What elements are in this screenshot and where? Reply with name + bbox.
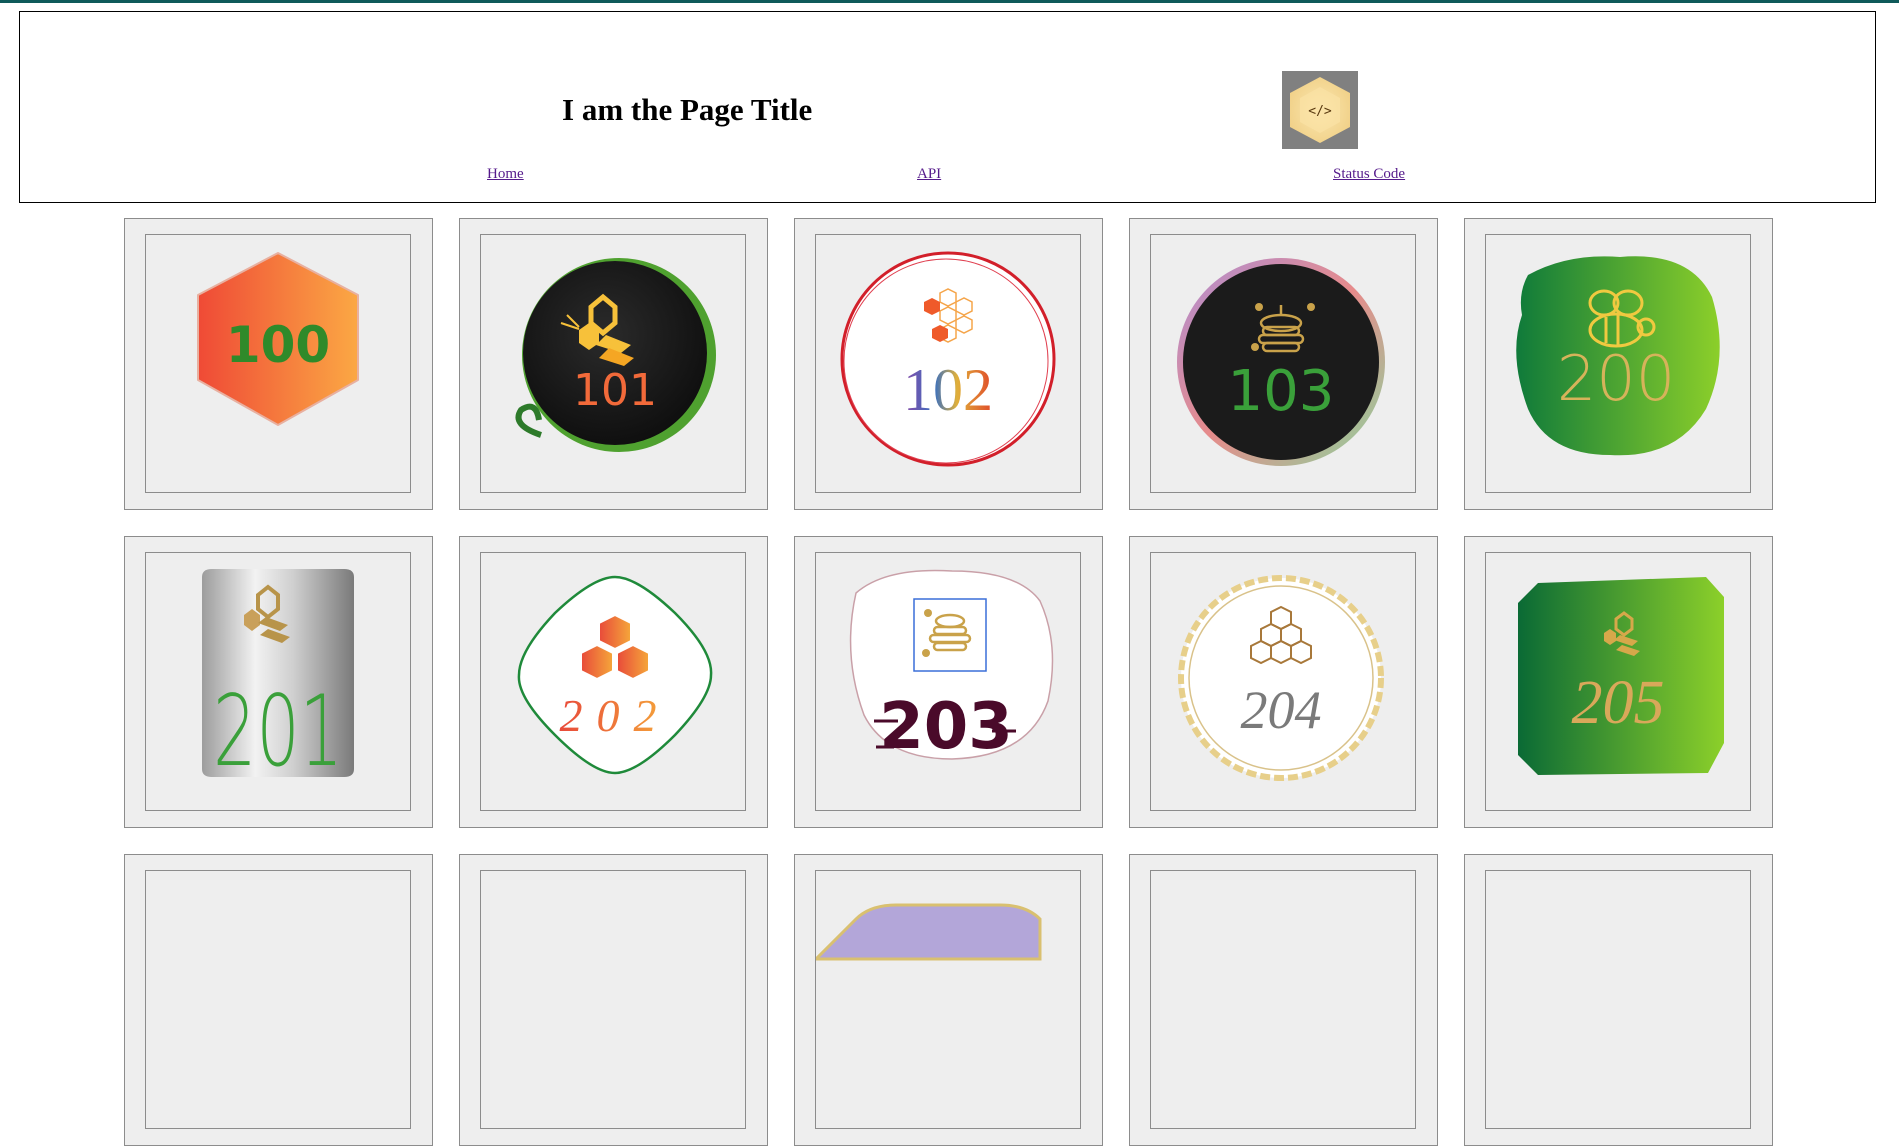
- honeycomb-scalloped-badge-icon: 204: [1178, 575, 1384, 781]
- purple-badge-icon: [816, 903, 1042, 961]
- status-card[interactable]: [794, 854, 1103, 1146]
- status-card[interactable]: 101: [459, 218, 768, 510]
- status-code-label: 102: [903, 357, 993, 423]
- status-card[interactable]: [459, 854, 768, 1146]
- status-card-frame: 202: [480, 552, 746, 811]
- bee-green-blob-badge-icon: 200: [1516, 256, 1720, 456]
- status-card-frame: 102: [815, 234, 1081, 493]
- status-code-label: 202: [560, 690, 671, 741]
- nav-home-link[interactable]: Home: [487, 166, 524, 183]
- status-code-label: 201: [213, 675, 343, 789]
- beehive-dark-badge-icon: 103: [1177, 258, 1385, 466]
- status-card[interactable]: 103: [1129, 218, 1438, 510]
- status-code-label: 101: [573, 365, 657, 416]
- status-card-frame: [145, 870, 411, 1129]
- nav-api-link[interactable]: API: [917, 166, 941, 183]
- status-card-frame: 200: [1485, 234, 1751, 493]
- status-card-frame: [815, 870, 1081, 1129]
- nav-status-code-link[interactable]: Status Code: [1333, 166, 1405, 183]
- silver-can-badge-icon: 201: [202, 569, 354, 789]
- status-card-frame: 103: [1150, 234, 1416, 493]
- status-card[interactable]: 205: [1464, 536, 1773, 828]
- status-card[interactable]: 203: [794, 536, 1103, 828]
- beehive-glitch-badge-icon: 203: [849, 569, 1054, 764]
- logo-glyph: </>: [1308, 104, 1332, 119]
- status-code-label: 100: [226, 316, 330, 374]
- status-card-frame: 204: [1150, 552, 1416, 811]
- bee-green-octagon-badge-icon: 205: [1518, 577, 1724, 775]
- status-card[interactable]: [1464, 854, 1773, 1146]
- status-card[interactable]: 200: [1464, 218, 1773, 510]
- top-accent-bar: [0, 0, 1899, 3]
- status-card-frame: [480, 870, 746, 1129]
- status-card[interactable]: 201: [124, 536, 433, 828]
- status-card[interactable]: [124, 854, 433, 1146]
- honey-cells-rounded-badge-icon: 202: [517, 575, 713, 775]
- status-code-label: 103: [1228, 359, 1335, 424]
- status-card[interactable]: [1129, 854, 1438, 1146]
- page-title: I am the Page Title: [562, 92, 813, 127]
- status-card-frame: 203: [815, 552, 1081, 811]
- status-card-frame: 101: [480, 234, 746, 493]
- status-card-frame: 100: [145, 234, 411, 493]
- status-card[interactable]: 100: [124, 218, 433, 510]
- status-card-frame: [1150, 870, 1416, 1129]
- status-card[interactable]: 202: [459, 536, 768, 828]
- status-card[interactable]: 102: [794, 218, 1103, 510]
- status-code-label: 204: [1241, 680, 1322, 740]
- status-card-frame: 201: [145, 552, 411, 811]
- status-code-label: 200: [1557, 342, 1675, 415]
- status-code-label: 203: [879, 690, 1013, 764]
- status-card-frame: 205: [1485, 552, 1751, 811]
- status-card-frame: [1485, 870, 1751, 1129]
- code-hexagon-icon: </>: [1282, 71, 1358, 149]
- bee-vine-badge-icon: 101: [515, 258, 716, 452]
- page-header: I am the Page Title </> Home API Status …: [19, 11, 1876, 203]
- status-code-label: 205: [1572, 669, 1665, 737]
- status-card[interactable]: 204: [1129, 536, 1438, 828]
- honeycomb-circle-badge-icon: 102: [840, 251, 1056, 467]
- hexagon-badge-icon: 100: [197, 252, 359, 426]
